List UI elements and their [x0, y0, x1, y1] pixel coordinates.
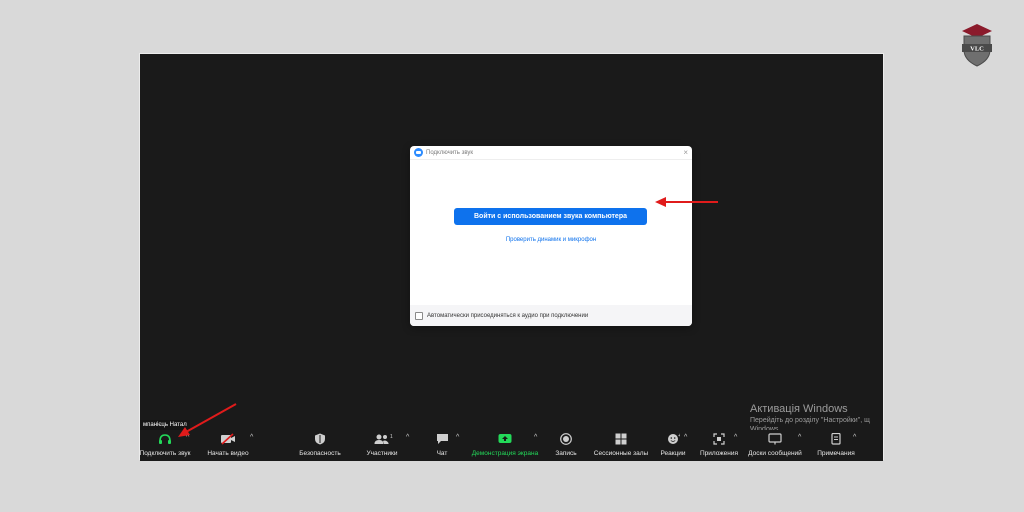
arrow-to-join-button — [655, 197, 718, 207]
arrow-to-audio-button — [178, 403, 237, 437]
annotation-arrows — [178, 197, 718, 437]
